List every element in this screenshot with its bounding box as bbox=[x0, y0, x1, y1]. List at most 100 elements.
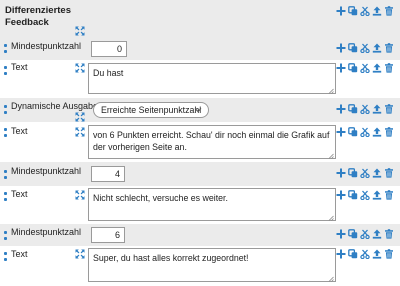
trash-icon[interactable] bbox=[384, 168, 394, 178]
text-area[interactable]: von 6 Punkten erreicht. Schau' dir noch … bbox=[88, 125, 336, 159]
move-up-icon[interactable] bbox=[372, 127, 382, 137]
resize-handle-icon[interactable] bbox=[328, 274, 334, 280]
row-text: Text von 6 Punkten erreicht. Schau' dir … bbox=[0, 122, 400, 162]
field-label: Dynamische Ausgabe bbox=[11, 101, 99, 111]
move-up-icon[interactable] bbox=[372, 249, 382, 259]
copy-icon[interactable] bbox=[348, 229, 358, 239]
copy-icon[interactable] bbox=[348, 43, 358, 53]
plus-icon[interactable] bbox=[336, 43, 346, 53]
row-text: Text Nicht schlecht, versuche es weiter. bbox=[0, 186, 400, 224]
trash-icon[interactable] bbox=[384, 229, 394, 239]
expand-icon[interactable] bbox=[75, 190, 85, 200]
select-value: Erreichte Seitenpunktzahl bbox=[101, 105, 202, 115]
copy-icon[interactable] bbox=[348, 127, 358, 137]
move-up-icon[interactable] bbox=[372, 229, 382, 239]
drag-handle-icon[interactable] bbox=[2, 251, 8, 263]
drag-handle-icon[interactable] bbox=[2, 104, 8, 116]
row-actions bbox=[336, 190, 396, 201]
trash-icon[interactable] bbox=[384, 43, 394, 53]
row-actions bbox=[336, 168, 396, 179]
row-text: Text Du hast bbox=[0, 60, 400, 98]
drag-handle-icon[interactable] bbox=[2, 191, 8, 203]
field-label: Text bbox=[11, 189, 28, 199]
row-actions bbox=[336, 43, 396, 54]
row-actions bbox=[336, 104, 396, 115]
cut-icon[interactable] bbox=[360, 43, 370, 53]
plus-icon[interactable] bbox=[336, 249, 346, 259]
field-label: Mindestpunktzahl bbox=[11, 166, 82, 176]
plus-icon[interactable] bbox=[336, 104, 346, 114]
plus-icon[interactable] bbox=[336, 127, 346, 137]
move-up-icon[interactable] bbox=[372, 6, 382, 16]
plus-icon[interactable] bbox=[336, 168, 346, 178]
row-min-score: Mindestpunktzahl 4 bbox=[0, 162, 400, 186]
cut-icon[interactable] bbox=[360, 6, 370, 16]
expand-icon[interactable] bbox=[75, 249, 85, 259]
field-label: Text bbox=[11, 62, 28, 72]
move-up-icon[interactable] bbox=[372, 43, 382, 53]
cut-icon[interactable] bbox=[360, 63, 370, 73]
expand-icon[interactable] bbox=[75, 63, 85, 73]
text-area[interactable]: Du hast bbox=[88, 63, 336, 94]
text-area[interactable]: Nicht schlecht, versuche es weiter. bbox=[88, 188, 336, 221]
plus-icon[interactable] bbox=[336, 63, 346, 73]
row-text: Text Super, du hast alles korrekt zugeor… bbox=[0, 246, 400, 285]
chevron-down-icon bbox=[194, 106, 202, 114]
trash-icon[interactable] bbox=[384, 6, 394, 16]
min-score-input[interactable]: 6 bbox=[91, 227, 125, 243]
min-score-input[interactable]: 4 bbox=[91, 166, 125, 182]
drag-handle-icon[interactable] bbox=[2, 65, 8, 77]
drag-handle-icon[interactable] bbox=[2, 43, 8, 55]
text-area-value: Du hast bbox=[93, 68, 124, 78]
cut-icon[interactable] bbox=[360, 229, 370, 239]
copy-icon[interactable] bbox=[348, 6, 358, 16]
row-actions bbox=[336, 127, 396, 138]
copy-icon[interactable] bbox=[348, 104, 358, 114]
dynamic-output-select[interactable]: Erreichte Seitenpunktzahl bbox=[93, 102, 209, 118]
field-label: Mindestpunktzahl bbox=[11, 41, 82, 51]
drag-handle-icon[interactable] bbox=[2, 127, 8, 139]
trash-icon[interactable] bbox=[384, 249, 394, 259]
cut-icon[interactable] bbox=[360, 190, 370, 200]
text-area-value: Super, du hast alles korrekt zugeordnet! bbox=[93, 253, 249, 263]
min-score-input[interactable]: 0 bbox=[91, 41, 127, 57]
row-min-score: Mindestpunktzahl 6 bbox=[0, 224, 400, 246]
resize-handle-icon[interactable] bbox=[328, 151, 334, 157]
move-up-icon[interactable] bbox=[372, 104, 382, 114]
cut-icon[interactable] bbox=[360, 104, 370, 114]
row-actions bbox=[336, 229, 396, 240]
trash-icon[interactable] bbox=[384, 190, 394, 200]
expand-icon[interactable] bbox=[75, 26, 85, 36]
plus-icon[interactable] bbox=[336, 190, 346, 200]
row-min-score: Mindestpunktzahl 0 bbox=[0, 38, 400, 60]
section-header: Differenziertes Feedback bbox=[0, 0, 400, 38]
trash-icon[interactable] bbox=[384, 104, 394, 114]
drag-handle-icon[interactable] bbox=[2, 169, 8, 181]
cut-icon[interactable] bbox=[360, 249, 370, 259]
move-up-icon[interactable] bbox=[372, 63, 382, 73]
expand-icon[interactable] bbox=[75, 112, 85, 122]
plus-icon[interactable] bbox=[336, 6, 346, 16]
trash-icon[interactable] bbox=[384, 63, 394, 73]
expand-icon[interactable] bbox=[75, 127, 85, 137]
move-up-icon[interactable] bbox=[372, 168, 382, 178]
cut-icon[interactable] bbox=[360, 127, 370, 137]
copy-icon[interactable] bbox=[348, 190, 358, 200]
text-area-value: von 6 Punkten erreicht. Schau' dir noch … bbox=[93, 130, 330, 152]
row-dynamic-output: Dynamische Ausgabe Erreichte Seitenpunkt… bbox=[0, 98, 400, 122]
resize-handle-icon[interactable] bbox=[328, 213, 334, 219]
field-label: Text bbox=[11, 249, 28, 259]
resize-handle-icon[interactable] bbox=[328, 86, 334, 92]
move-up-icon[interactable] bbox=[372, 190, 382, 200]
field-label: Text bbox=[11, 126, 28, 136]
row-actions bbox=[336, 249, 396, 260]
text-area[interactable]: Super, du hast alles korrekt zugeordnet! bbox=[88, 248, 336, 282]
copy-icon[interactable] bbox=[348, 249, 358, 259]
plus-icon[interactable] bbox=[336, 229, 346, 239]
cut-icon[interactable] bbox=[360, 168, 370, 178]
copy-icon[interactable] bbox=[348, 168, 358, 178]
drag-handle-icon[interactable] bbox=[2, 230, 8, 242]
field-label: Mindestpunktzahl bbox=[11, 227, 82, 237]
trash-icon[interactable] bbox=[384, 127, 394, 137]
copy-icon[interactable] bbox=[348, 63, 358, 73]
